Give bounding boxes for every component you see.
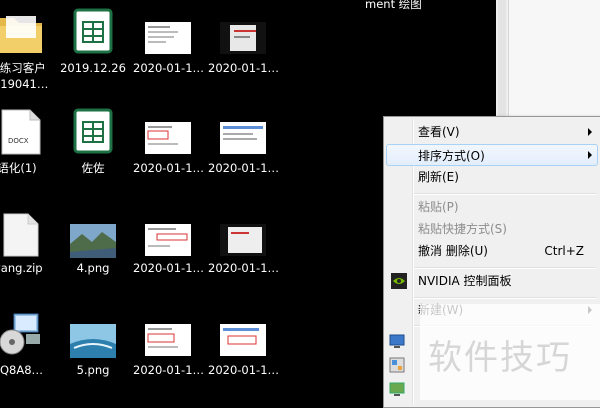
word-document-icon: DOCX bbox=[1, 109, 41, 155]
desktop-icon-installer[interactable]: QQ8A8… bbox=[0, 310, 52, 385]
screenshot-thumbnail-icon bbox=[220, 22, 266, 54]
icon-label: 佐佐 bbox=[81, 161, 105, 175]
screenshot-thumbnail-icon bbox=[220, 324, 266, 356]
menu-item-shortcut: Ctrl+Z bbox=[544, 244, 584, 258]
personalize-icon bbox=[389, 382, 405, 396]
watermark-text: 软件技巧 bbox=[428, 338, 572, 378]
desktop-icon-screenshot[interactable]: 2020-01-1… bbox=[133, 310, 205, 385]
icon-label: 2020-01-1… bbox=[208, 61, 280, 75]
desktop-icon-spreadsheet-2[interactable]: 佐佐 bbox=[58, 108, 128, 183]
desktop-icon-image-4[interactable]: 4.png bbox=[58, 210, 128, 285]
icon-label: 2019.12.26 bbox=[60, 61, 126, 75]
menu-item-label: 刷新(E) bbox=[418, 170, 459, 184]
desktop-icon-screenshot[interactable]: 2020-01-1… bbox=[208, 310, 280, 385]
nvidia-icon bbox=[391, 273, 407, 289]
icon-label: QQ8A8… bbox=[0, 363, 44, 377]
watermark: 软件技巧 bbox=[420, 304, 600, 400]
menu-item-undo-delete[interactable]: 撤消 删除(U) Ctrl+Z bbox=[386, 240, 598, 262]
icon-label: 4.png bbox=[76, 261, 110, 275]
menu-item-refresh[interactable]: 刷新(E) bbox=[386, 166, 598, 188]
desktop-icon-spreadsheet[interactable]: 2019.12.26 bbox=[58, 8, 128, 83]
screenshot-thumbnail-icon bbox=[145, 324, 191, 356]
screenshot-thumbnail-icon bbox=[145, 22, 191, 54]
icon-label: 码练习客户 bbox=[0, 61, 46, 75]
icon-label: 2020-01-1… bbox=[208, 363, 280, 377]
spreadsheet-icon bbox=[73, 108, 113, 154]
window-title-fragment: ment 绘图 bbox=[365, 0, 422, 11]
desktop-icon-docx[interactable]: DOCX 语化(1) bbox=[0, 108, 52, 183]
spreadsheet-icon bbox=[73, 8, 113, 54]
gadgets-icon bbox=[389, 357, 405, 373]
screenshot-thumbnail-icon bbox=[220, 224, 266, 256]
menu-item-label: 排序方式(O) bbox=[418, 149, 485, 163]
desktop-icon-image-5[interactable]: 5.png bbox=[58, 310, 128, 385]
installer-icon bbox=[0, 313, 40, 355]
icon-label: 2020-01-1… bbox=[133, 363, 205, 377]
menu-item-view[interactable]: 查看(V) bbox=[386, 121, 598, 143]
screen-resolution-icon bbox=[389, 334, 405, 348]
desktop-icon-screenshot[interactable]: 2020-01-1… bbox=[133, 108, 205, 183]
screenshot-thumbnail-icon bbox=[145, 224, 191, 256]
landscape-photo-icon bbox=[70, 224, 116, 258]
icon-label: 语化(1) bbox=[0, 161, 37, 175]
menu-separator bbox=[414, 193, 596, 195]
menu-item-label: 粘贴快捷方式(S) bbox=[418, 222, 507, 236]
menu-item-nvidia[interactable]: NVIDIA 控制面板 bbox=[386, 270, 598, 292]
screenshot-thumbnail-icon bbox=[220, 122, 266, 154]
desktop-icon-screenshot[interactable]: 2020-01-1… bbox=[208, 210, 280, 285]
icon-label-line2: 2019041… bbox=[0, 77, 49, 91]
desktop[interactable]: ment 绘图 码练习客户 2019041… DOCX 语化(1) wang.z… bbox=[0, 0, 600, 408]
menu-item-label: NVIDIA 控制面板 bbox=[418, 274, 512, 288]
icon-label: 2020-01-1… bbox=[208, 261, 280, 275]
screenshot-thumbnail-icon bbox=[145, 122, 191, 154]
icon-label: 2020-01-1… bbox=[133, 61, 205, 75]
menu-item-paste[interactable]: 粘贴(P) bbox=[386, 196, 598, 218]
desktop-icon-screenshot[interactable]: 2020-01-1… bbox=[133, 8, 205, 83]
folder-icon bbox=[0, 16, 42, 53]
desktop-icon-folder[interactable]: 码练习客户 2019041… bbox=[0, 8, 52, 93]
file-icon bbox=[3, 213, 39, 257]
desktop-icon-zip[interactable]: wang.zip bbox=[0, 210, 52, 285]
menu-item-paste-shortcut[interactable]: 粘贴快捷方式(S) bbox=[386, 218, 598, 240]
icon-label: wang.zip bbox=[0, 261, 43, 275]
icon-label: 2020-01-1… bbox=[133, 161, 205, 175]
icon-label: 2020-01-1… bbox=[208, 161, 280, 175]
icon-label: 5.png bbox=[76, 363, 110, 377]
menu-item-label: 粘贴(P) bbox=[418, 200, 459, 214]
menu-separator bbox=[414, 267, 596, 269]
desktop-icon-screenshot[interactable]: 2020-01-1… bbox=[208, 8, 280, 83]
menu-item-label: 撤消 删除(U) bbox=[418, 244, 488, 258]
menu-item-label: 查看(V) bbox=[418, 125, 460, 139]
desktop-icon-screenshot[interactable]: 2020-01-1… bbox=[208, 108, 280, 183]
submenu-arrow-icon bbox=[588, 128, 592, 136]
menu-item-sort[interactable]: 排序方式(O) bbox=[386, 144, 598, 166]
water-photo-icon bbox=[70, 324, 116, 358]
icon-label: 2020-01-1… bbox=[133, 261, 205, 275]
submenu-arrow-icon bbox=[588, 151, 592, 159]
docx-badge: DOCX bbox=[8, 137, 29, 145]
desktop-icon-screenshot[interactable]: 2020-01-1… bbox=[133, 210, 205, 285]
